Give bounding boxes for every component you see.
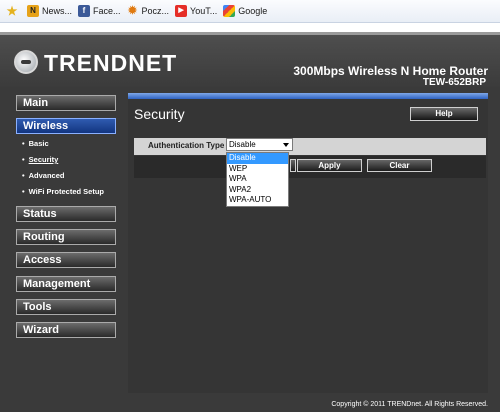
option-disable[interactable]: Disable: [227, 153, 288, 164]
bookmark-poczta[interactable]: ✹ Pocz...: [127, 5, 170, 17]
bookmark-label: YouT...: [190, 6, 218, 16]
hidden-button-edge[interactable]: [290, 159, 296, 172]
panel-top-bar: [128, 93, 488, 99]
bookmark-label: Pocz...: [141, 6, 170, 16]
nav-tools[interactable]: Tools: [16, 299, 116, 315]
bookmark-label: News...: [42, 6, 73, 16]
copyright-text: Copyright © 2011 TRENDnet. All Rights Re…: [331, 401, 488, 408]
youtube-icon: ▶: [175, 5, 188, 17]
subnav-advanced[interactable]: • Advanced: [22, 171, 65, 181]
facebook-icon: f: [78, 5, 91, 17]
nav-wizard[interactable]: Wizard: [16, 322, 116, 338]
subnav-security[interactable]: • Security: [22, 155, 58, 165]
bookmark-google[interactable]: Google: [223, 5, 267, 17]
option-wpa2[interactable]: WPA2: [227, 185, 288, 196]
clear-button[interactable]: Clear: [367, 159, 432, 172]
nav-access[interactable]: Access: [16, 252, 116, 268]
bookmark-label: Google: [238, 6, 268, 16]
logo-text: TRENDNET: [44, 50, 178, 76]
help-button[interactable]: Help: [410, 107, 478, 121]
bookmark-youtube[interactable]: ▶ YouT...: [175, 5, 217, 17]
option-wep[interactable]: WEP: [227, 164, 288, 175]
auth-type-dropdown[interactable]: Disable WEP WPA WPA2 WPA-AUTO: [226, 152, 289, 207]
page-gap: [0, 23, 500, 32]
bookmark-facebook[interactable]: f Face...: [78, 5, 121, 17]
auth-type-select[interactable]: Disable: [226, 138, 293, 151]
news-icon: N: [27, 5, 39, 17]
trendnet-logo-icon: [14, 50, 38, 74]
nav-management[interactable]: Management: [16, 276, 116, 292]
bookmarks-bar: ★ N News... f Face... ✹ Pocz... ▶ YouT..…: [0, 0, 500, 23]
nav-status[interactable]: Status: [16, 206, 116, 222]
option-wpa[interactable]: WPA: [227, 174, 288, 185]
subnav-wps[interactable]: • WiFi Protected Setup: [22, 187, 104, 197]
chevron-down-icon: [283, 143, 289, 147]
auth-type-value: Disable: [229, 140, 256, 149]
auth-type-label: Authentication Type: [148, 141, 225, 150]
nav-wireless[interactable]: Wireless: [16, 118, 116, 134]
sun-icon: ✹: [127, 5, 138, 17]
google-icon: [223, 5, 236, 17]
nav-main[interactable]: Main: [16, 95, 116, 111]
bookmark-news[interactable]: N News...: [27, 5, 72, 17]
bookmark-label: Face...: [93, 6, 121, 16]
bookmark-favorites[interactable]: ★: [6, 5, 21, 17]
subnav-basic[interactable]: • Basic: [22, 139, 49, 149]
model-number: TEW-652BRP: [422, 77, 486, 88]
star-icon: ★: [6, 4, 18, 18]
nav-routing[interactable]: Routing: [16, 229, 116, 245]
option-wpa-auto[interactable]: WPA-AUTO: [227, 195, 288, 206]
apply-button[interactable]: Apply: [297, 159, 362, 172]
page-title: Security: [134, 106, 185, 122]
